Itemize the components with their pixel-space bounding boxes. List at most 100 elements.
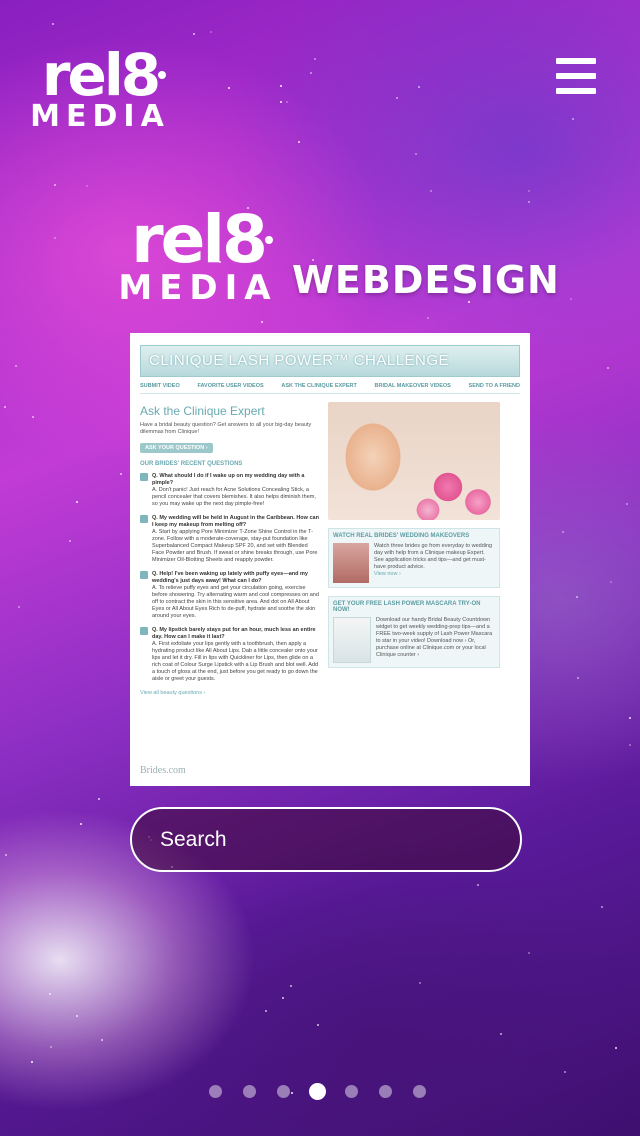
star	[5, 854, 7, 856]
star	[228, 87, 230, 89]
star	[298, 141, 300, 143]
star	[54, 184, 56, 186]
preview-nav-item: SUBMIT VIDEO	[140, 383, 180, 389]
preview-nav-item: SEND TO A FRIEND	[468, 383, 520, 389]
preview-question: Q. My lipstick barely stays put for an h…	[140, 627, 320, 683]
star	[577, 677, 579, 679]
question-icon	[140, 627, 148, 635]
hero-logo-wordmark: rel8	[131, 201, 268, 278]
carousel-pagination	[209, 1082, 429, 1100]
preview-section-title: Ask the Clinique Expert	[140, 404, 265, 418]
star	[120, 473, 122, 475]
star	[80, 823, 82, 825]
star	[280, 101, 282, 103]
star	[4, 406, 6, 408]
star	[76, 1015, 78, 1017]
star	[626, 503, 628, 505]
star	[280, 85, 282, 87]
pagination-dot[interactable]	[413, 1085, 426, 1098]
logo-wordmark: rel8	[41, 41, 161, 109]
preview-view-all-link: View all beauty questions ›	[140, 690, 206, 696]
preview-footer-logo: Brides.com	[140, 765, 186, 776]
star	[282, 997, 284, 999]
search-input[interactable]: Search	[130, 807, 522, 872]
menu-bar	[556, 73, 596, 79]
widget-thumbnail	[333, 617, 371, 663]
star	[570, 298, 572, 300]
star	[528, 190, 530, 192]
star	[477, 884, 479, 886]
star	[50, 1046, 52, 1048]
pagination-dot[interactable]	[379, 1085, 392, 1098]
star	[601, 906, 603, 908]
preview-nav-item: ASK THE CLINIQUE EXPERT	[281, 383, 357, 389]
star	[418, 86, 420, 88]
star	[210, 31, 212, 33]
star	[76, 501, 78, 503]
hero-logo: rel8 MEDIA	[118, 201, 278, 307]
star	[32, 416, 34, 418]
pagination-dot-active[interactable]	[309, 1083, 326, 1100]
hero-headline: WEBDESIGN	[292, 258, 560, 302]
star	[564, 1071, 566, 1073]
star	[562, 531, 564, 533]
question-icon	[140, 515, 148, 523]
star	[15, 365, 17, 367]
star	[629, 717, 631, 719]
pagination-dot[interactable]	[209, 1085, 222, 1098]
preview-makeover-box: WATCH REAL BRIDES' WEDDING MAKEOVERS Wat…	[328, 528, 500, 588]
star	[610, 581, 612, 583]
star	[98, 798, 100, 800]
star	[629, 744, 631, 746]
hamburger-menu-button[interactable]	[556, 58, 596, 94]
menu-bar	[556, 88, 596, 94]
star	[286, 101, 288, 103]
pagination-dot[interactable]	[277, 1085, 290, 1098]
star	[49, 993, 51, 995]
menu-bar	[556, 58, 596, 64]
preview-nav-item: FAVORITE USER VIDEOS	[197, 383, 264, 389]
star	[314, 58, 316, 60]
preview-mascara-box: GET YOUR FREE LASH POWER MASCARA TRY-ON …	[328, 596, 500, 668]
star	[54, 237, 56, 239]
star	[101, 1039, 103, 1041]
star	[86, 185, 88, 187]
makeover-thumbnail	[333, 543, 369, 583]
star	[69, 540, 71, 542]
star	[430, 190, 432, 192]
preview-nav: SUBMIT VIDEO FAVORITE USER VIDEOS ASK TH…	[140, 383, 520, 394]
star	[290, 985, 292, 987]
star	[310, 72, 312, 74]
portfolio-preview-image[interactable]: CLINIQUE LASH POWER™ CHALLENGE SUBMIT VI…	[130, 333, 530, 786]
star	[18, 606, 20, 608]
star	[572, 118, 574, 120]
preview-question: Q. Help! I've been waking up lately with…	[140, 571, 320, 620]
pagination-dot[interactable]	[345, 1085, 358, 1098]
preview-questions-header: OUR BRIDES' RECENT QUESTIONS	[140, 461, 243, 467]
preview-intro: Have a bridal beauty question? Get answe…	[140, 422, 312, 435]
preview-banner: CLINIQUE LASH POWER™ CHALLENGE	[140, 345, 520, 377]
pagination-dot[interactable]	[243, 1085, 256, 1098]
star	[261, 321, 263, 323]
star	[500, 1033, 502, 1035]
star	[427, 317, 429, 319]
star	[317, 1024, 319, 1026]
preview-question: Q. What should I do if I wake up on my w…	[140, 473, 320, 508]
question-icon	[140, 571, 148, 579]
preview-ask-button: ASK YOUR QUESTION ›	[140, 443, 213, 453]
star	[419, 982, 421, 984]
preview-nav-item: BRIDAL MAKEOVER VIDEOS	[374, 383, 451, 389]
star	[31, 1061, 33, 1063]
question-icon	[140, 473, 148, 481]
brand-logo[interactable]: rel8 MEDIA	[30, 41, 170, 132]
star	[396, 97, 398, 99]
preview-question: Q. My wedding will be held in August in …	[140, 515, 320, 564]
star	[528, 952, 530, 954]
bride-photo	[328, 402, 500, 520]
star	[415, 153, 417, 155]
star	[528, 201, 530, 203]
star	[52, 23, 54, 25]
star	[615, 1047, 617, 1049]
star	[607, 367, 609, 369]
star	[265, 1010, 267, 1012]
